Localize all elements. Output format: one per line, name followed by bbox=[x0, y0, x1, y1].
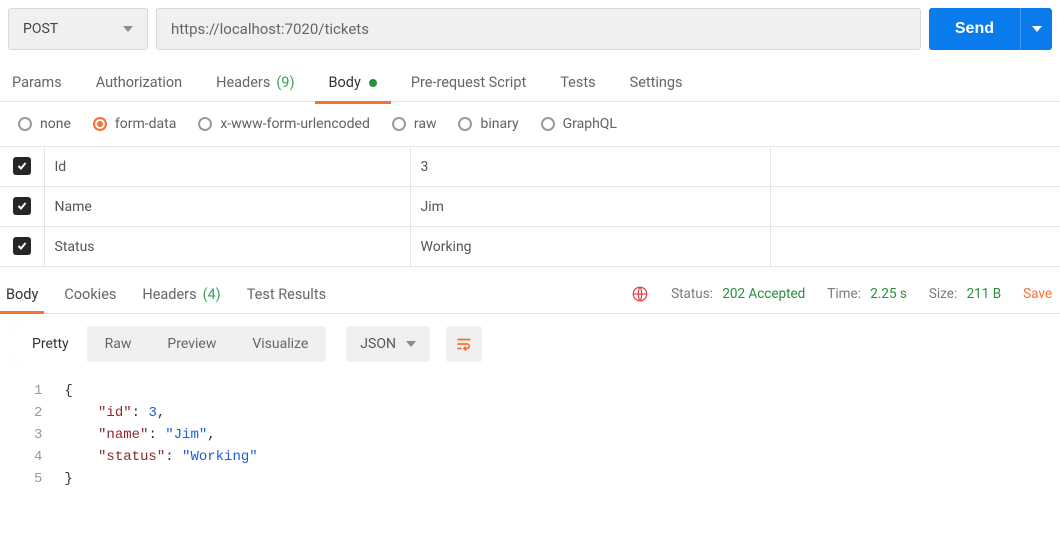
response-tabs: Body Cookies Headers (4) Test Results bbox=[4, 286, 328, 313]
radio-icon bbox=[198, 117, 212, 131]
form-value[interactable]: 3 bbox=[421, 159, 429, 175]
body-modified-dot-icon bbox=[369, 79, 377, 87]
check-icon bbox=[16, 240, 28, 252]
http-method-value: POST bbox=[23, 21, 58, 37]
view-mode-tabs: Pretty Raw Preview Visualize bbox=[14, 326, 326, 362]
http-method-select[interactable]: POST bbox=[8, 8, 148, 50]
tab-prerequest[interactable]: Pre-request Script bbox=[411, 74, 526, 103]
time-value: 2.25 s bbox=[870, 286, 907, 302]
wrap-lines-button[interactable] bbox=[446, 326, 482, 362]
wrap-icon bbox=[455, 335, 473, 353]
check-icon bbox=[16, 200, 28, 212]
send-dropdown-button[interactable] bbox=[1020, 8, 1052, 50]
body-type-row: none form-data x-www-form-urlencoded raw… bbox=[0, 102, 1060, 146]
row-checkbox[interactable] bbox=[13, 237, 31, 255]
time-label: Time: 2.25 s bbox=[827, 286, 907, 302]
form-key[interactable]: Name bbox=[55, 199, 92, 215]
tab-body[interactable]: Body bbox=[329, 74, 377, 103]
tab-authorization[interactable]: Authorization bbox=[96, 74, 182, 103]
body-type-xwww[interactable]: x-www-form-urlencoded bbox=[198, 116, 370, 132]
response-meta: Status: 202 Accepted Time: 2.25 s Size: … bbox=[631, 285, 1052, 313]
body-type-raw[interactable]: raw bbox=[392, 116, 437, 132]
code-lines: { "id": 3, "name": "Jim", "status": "Wor… bbox=[64, 380, 257, 490]
form-key[interactable]: Status bbox=[55, 239, 95, 255]
form-key[interactable]: Id bbox=[55, 159, 67, 175]
tab-tests[interactable]: Tests bbox=[560, 74, 595, 103]
chevron-down-icon bbox=[1032, 26, 1042, 32]
row-checkbox[interactable] bbox=[13, 197, 31, 215]
view-pretty[interactable]: Pretty bbox=[14, 326, 87, 362]
view-visualize[interactable]: Visualize bbox=[234, 326, 326, 362]
table-row: Name Jim bbox=[0, 187, 1060, 227]
response-bar: Body Cookies Headers (4) Test Results St… bbox=[0, 267, 1060, 314]
response-body[interactable]: 12345 { "id": 3, "name": "Jim", "status"… bbox=[0, 374, 1060, 510]
table-row: Id 3 bbox=[0, 147, 1060, 187]
headers-count: (9) bbox=[276, 74, 294, 91]
resp-tab-test-results[interactable]: Test Results bbox=[245, 286, 328, 313]
chevron-down-icon bbox=[406, 341, 416, 347]
tab-settings[interactable]: Settings bbox=[630, 74, 683, 103]
body-type-none[interactable]: none bbox=[18, 116, 71, 132]
tab-params[interactable]: Params bbox=[12, 74, 62, 103]
size-value: 211 B bbox=[967, 286, 1002, 302]
row-checkbox[interactable] bbox=[13, 157, 31, 175]
radio-icon bbox=[18, 117, 32, 131]
status-label: Status: 202 Accepted bbox=[671, 286, 805, 302]
save-response-button[interactable]: Save bbox=[1023, 286, 1052, 302]
view-mode-row: Pretty Raw Preview Visualize JSON bbox=[0, 314, 1060, 374]
body-type-form-data[interactable]: form-data bbox=[93, 116, 176, 132]
url-input[interactable]: https://localhost:7020/tickets bbox=[156, 8, 921, 50]
url-value: https://localhost:7020/tickets bbox=[171, 20, 369, 38]
view-raw[interactable]: Raw bbox=[87, 326, 150, 362]
radio-icon bbox=[392, 117, 406, 131]
radio-icon bbox=[541, 117, 555, 131]
resp-tab-cookies[interactable]: Cookies bbox=[62, 286, 118, 313]
resp-tab-headers[interactable]: Headers (4) bbox=[140, 286, 222, 313]
chevron-down-icon bbox=[123, 26, 133, 32]
size-label: Size: 211 B bbox=[929, 286, 1001, 302]
resp-tab-body[interactable]: Body bbox=[4, 286, 40, 313]
body-type-binary[interactable]: binary bbox=[458, 116, 518, 132]
view-preview[interactable]: Preview bbox=[149, 326, 234, 362]
resp-headers-count: (4) bbox=[203, 286, 221, 303]
tab-headers[interactable]: Headers (9) bbox=[216, 74, 294, 103]
response-language-select[interactable]: JSON bbox=[346, 326, 430, 362]
line-gutter: 12345 bbox=[0, 380, 64, 490]
form-value[interactable]: Working bbox=[421, 239, 472, 255]
table-row: Status Working bbox=[0, 227, 1060, 267]
form-value[interactable]: Jim bbox=[421, 199, 444, 215]
radio-icon bbox=[93, 117, 107, 131]
send-button-group: Send bbox=[929, 8, 1052, 50]
radio-icon bbox=[458, 117, 472, 131]
form-data-table: Id 3 Name Jim Status Working bbox=[0, 146, 1060, 267]
globe-icon bbox=[631, 285, 649, 303]
send-button[interactable]: Send bbox=[929, 8, 1020, 50]
status-value: 202 Accepted bbox=[722, 286, 805, 302]
request-tabs: Params Authorization Headers (9) Body Pr… bbox=[0, 58, 1060, 102]
body-type-graphql[interactable]: GraphQL bbox=[541, 116, 617, 132]
check-icon bbox=[16, 160, 28, 172]
